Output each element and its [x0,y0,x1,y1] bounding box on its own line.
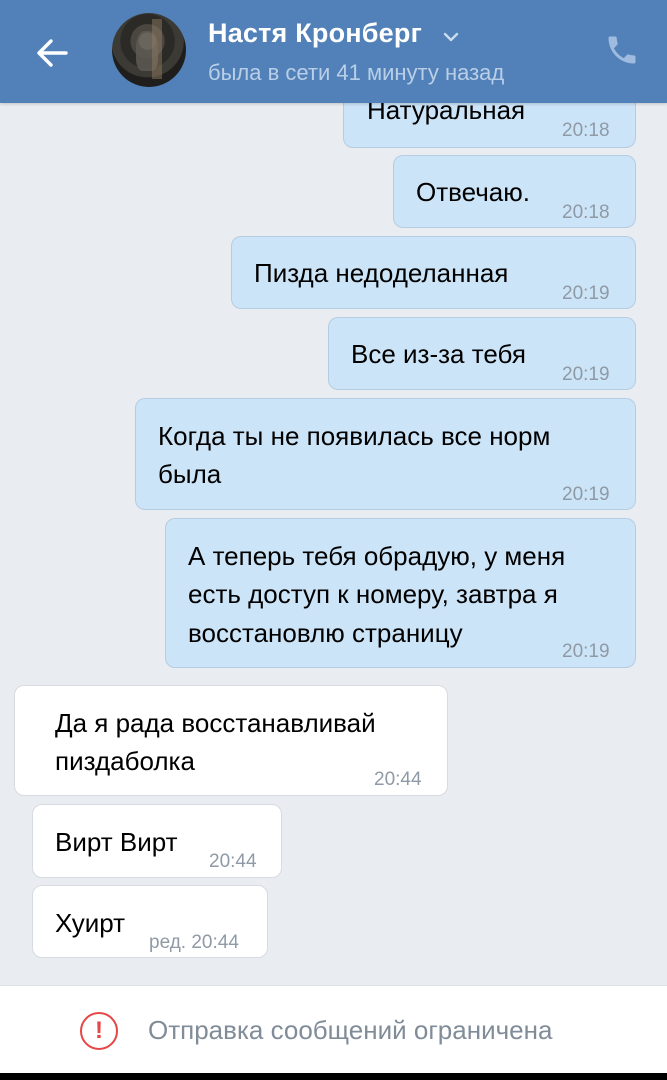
message-bubble-incoming[interactable]: Вирт Вирт 20:44 [32,804,282,878]
message-time: 20:19 [562,641,610,662]
message-text: Все из-за тебя [351,339,526,369]
message-bubble-outgoing[interactable]: Пизда недоделанная 20:19 [231,236,636,309]
message-text-line: Да я рада восстанавливай [55,708,376,738]
message-text-line: А теперь тебя обрадую, у меня [188,541,566,571]
message-time: 20:19 [562,283,610,304]
message-time: 20:19 [562,484,610,505]
avatar[interactable] [112,13,186,87]
restriction-notice: Отправка сообщений ограничена [148,1015,553,1045]
message-text-line: восстановлю страницу [188,618,463,648]
message-bubble-outgoing[interactable]: Все из-за тебя 20:19 [328,317,636,390]
avatar-highlight [152,19,162,79]
composer-restricted-banner: ! Отправка сообщений ограничена [0,985,667,1073]
chat-header: Настя Кронберг была в сети 41 минуту наз… [0,0,667,103]
message-bubble-incoming[interactable]: Да я рада восстанавливай пиздаболка 20:4… [14,685,448,796]
message-bubble-outgoing[interactable]: Когда ты не появилась все норм была 20:1… [135,398,636,510]
message-text: Вирт Вирт [55,827,178,857]
message-time: 20:18 [562,120,610,141]
contact-name[interactable]: Настя Кронберг [208,18,422,49]
phone-icon[interactable] [604,32,640,68]
message-time: 20:44 [209,851,257,872]
message-text: Пизда недоделанная [254,258,509,288]
message-text-line: была [158,459,222,489]
message-bubble-incoming[interactable]: Хуирт ред. 20:44 [32,885,268,958]
message-text: Хуирт [55,908,126,938]
message-text: Отвечаю. [416,177,530,207]
message-text-line: Когда ты не появилась все норм [158,421,551,451]
message-bubble-outgoing[interactable]: А теперь тебя обрадую, у меня есть досту… [165,518,636,668]
message-text-line: пиздаболка [55,746,195,776]
arrow-left-icon[interactable] [30,31,74,75]
message-bubble-outgoing[interactable]: Отвечаю. 20:18 [393,155,636,228]
message-time: 20:18 [562,202,610,223]
message-time-edited: ред. 20:44 [149,932,239,953]
chevron-down-icon[interactable] [442,30,460,44]
message-text-line: есть доступ к номеру, завтра я [188,579,558,609]
system-nav-bar [0,1073,667,1080]
contact-status: была в сети 41 минуту назад [208,60,505,85]
message-time: 20:19 [562,364,610,385]
warning-circle-icon: ! [80,1012,118,1050]
message-time: 20:44 [374,769,422,790]
